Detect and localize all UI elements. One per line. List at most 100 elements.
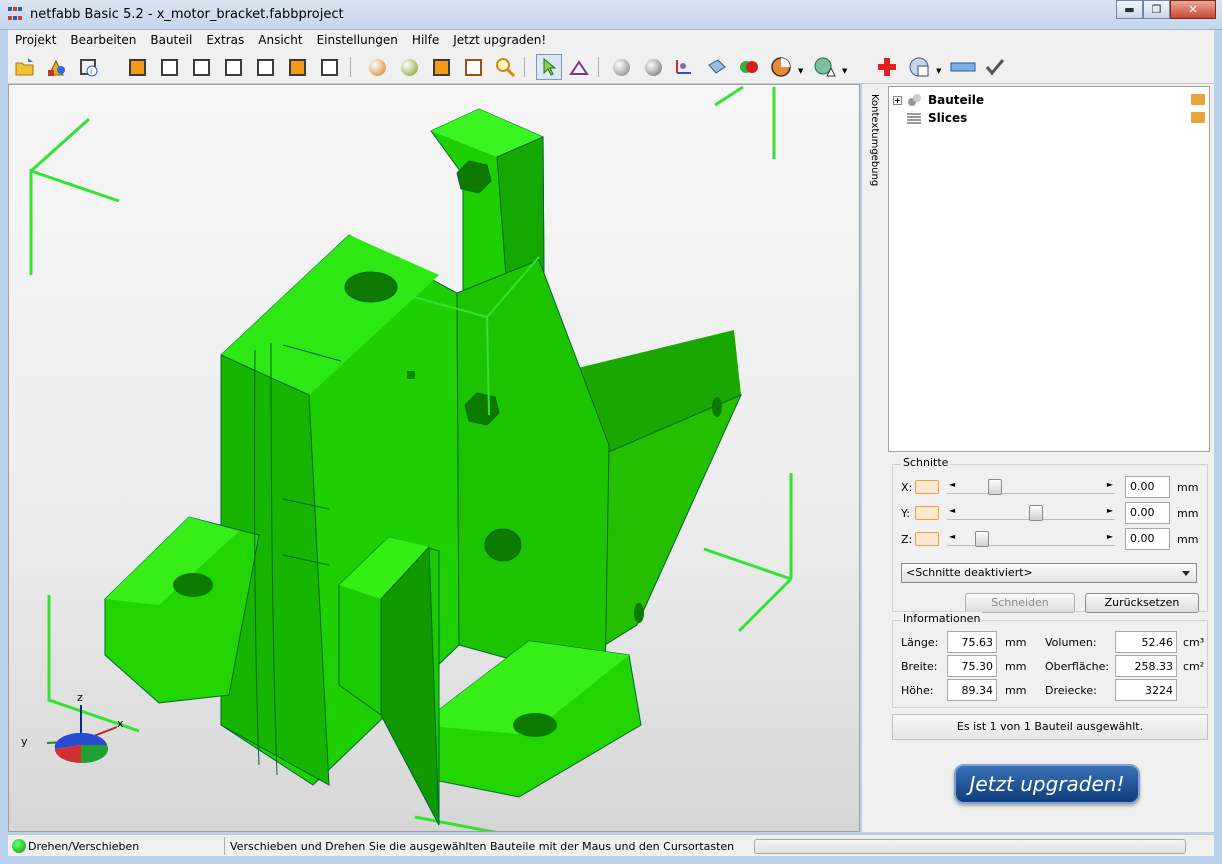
open-project-icon[interactable] bbox=[12, 54, 38, 80]
warning-view-icon[interactable] bbox=[812, 54, 838, 80]
sidebar-tab-label: Kontextumgebung bbox=[869, 94, 880, 187]
slider-thumb[interactable] bbox=[988, 479, 1003, 495]
chevron-right-icon[interactable]: ► bbox=[1107, 532, 1113, 541]
unit-label: mm bbox=[1177, 532, 1199, 546]
chevron-left-icon[interactable]: ◄ bbox=[949, 532, 955, 541]
hoehe-unit: mm bbox=[1005, 683, 1027, 697]
texture-icon[interactable] bbox=[396, 54, 422, 80]
part-render[interactable] bbox=[9, 85, 860, 832]
section-value-y[interactable]: 0.00 bbox=[1125, 502, 1170, 524]
menu-hilfe[interactable]: Hilfe bbox=[405, 33, 446, 47]
section-slider-x[interactable]: ◄ ► bbox=[947, 479, 1115, 495]
upgrade-button[interactable]: Jetzt upgraden! bbox=[954, 764, 1140, 804]
section-icon[interactable] bbox=[704, 54, 730, 80]
view-back-icon[interactable] bbox=[156, 54, 182, 80]
measure-tool-icon[interactable] bbox=[566, 54, 592, 80]
menu-bauteil[interactable]: Bauteil bbox=[143, 33, 199, 47]
cut-button[interactable]: Schneiden bbox=[965, 593, 1075, 613]
menu-projekt[interactable]: Projekt bbox=[8, 33, 63, 47]
axis-z-label: z bbox=[77, 691, 83, 704]
menu-bearbeiten[interactable]: Bearbeiten bbox=[63, 33, 143, 47]
pie-view-icon[interactable] bbox=[768, 54, 794, 80]
informationen-title: Informationen bbox=[901, 612, 983, 625]
menu-jetzt-upgraden[interactable]: Jetzt upgraden! bbox=[446, 33, 553, 47]
tree-item-label: Bauteile bbox=[928, 93, 985, 107]
chevron-down-icon[interactable]: ▼ bbox=[798, 67, 803, 75]
menu-extras[interactable]: Extras bbox=[199, 33, 251, 47]
context-sidebar-tab[interactable]: Kontextumgebung bbox=[862, 84, 886, 832]
add-part-icon[interactable] bbox=[44, 54, 70, 80]
folder-icon[interactable] bbox=[1191, 112, 1205, 123]
breite-label: Breite: bbox=[901, 659, 938, 673]
informationen-group: Informationen Länge: 75.63 mm Volumen: 5… bbox=[892, 612, 1208, 708]
ruler-icon[interactable] bbox=[950, 54, 976, 80]
section-value-x[interactable]: 0.00 bbox=[1125, 476, 1170, 498]
menu-einstellungen[interactable]: Einstellungen bbox=[310, 33, 405, 47]
section-row-z: Z: ◄ ► 0.00 mm bbox=[901, 528, 1199, 550]
axes-icon[interactable] bbox=[670, 54, 696, 80]
move-icon[interactable] bbox=[640, 54, 666, 80]
view-right-icon[interactable] bbox=[220, 54, 246, 80]
slider-thumb[interactable] bbox=[974, 531, 989, 547]
box-view-icon[interactable] bbox=[428, 54, 454, 80]
maximize-button[interactable]: ❐ bbox=[1143, 0, 1170, 19]
unit-label: mm bbox=[1177, 480, 1199, 494]
part-info-icon[interactable]: i bbox=[76, 54, 102, 80]
view-front-icon[interactable] bbox=[124, 54, 150, 80]
view-perspective-icon[interactable] bbox=[316, 54, 342, 80]
status-ok-icon bbox=[12, 839, 26, 853]
section-mode-select[interactable]: <Schnitte deaktiviert> bbox=[901, 563, 1197, 583]
zoom-icon[interactable] bbox=[492, 54, 518, 80]
right-panel: + Bauteile Slices Schnitte X: ◄ ► 0.00 m… bbox=[886, 84, 1214, 832]
section-slider-z[interactable]: ◄ ► bbox=[947, 531, 1115, 547]
volumen-unit: cm³ bbox=[1183, 635, 1205, 649]
tree-item-slices[interactable]: Slices bbox=[906, 109, 1205, 127]
axes-gizmo: z x y bbox=[19, 691, 129, 767]
tree-item-bauteile[interactable]: + Bauteile bbox=[893, 91, 1205, 109]
volumen-value: 52.46 bbox=[1115, 631, 1177, 653]
section-slider-y[interactable]: ◄ ► bbox=[947, 505, 1115, 521]
breite-unit: mm bbox=[1005, 659, 1027, 673]
select-tool-icon[interactable] bbox=[536, 54, 562, 80]
colors-icon[interactable] bbox=[736, 54, 762, 80]
view-top-icon[interactable] bbox=[252, 54, 278, 80]
close-button[interactable]: ✕ bbox=[1170, 0, 1216, 19]
chevron-down-icon[interactable]: ▼ bbox=[936, 67, 941, 75]
chevron-left-icon[interactable]: ◄ bbox=[949, 480, 955, 489]
chevron-right-icon[interactable]: ► bbox=[1107, 480, 1113, 489]
section-color-swatch[interactable] bbox=[915, 506, 939, 520]
apply-icon[interactable] bbox=[982, 54, 1008, 80]
analysis-icon[interactable] bbox=[906, 54, 932, 80]
section-color-swatch[interactable] bbox=[915, 480, 939, 494]
reset-button[interactable]: Zurücksetzen bbox=[1085, 593, 1199, 613]
3d-viewport[interactable]: z x y bbox=[8, 84, 860, 832]
sphere-icon[interactable] bbox=[608, 54, 634, 80]
chevron-right-icon[interactable]: ► bbox=[1107, 506, 1113, 515]
status-bar: Drehen/Verschieben Verschieben und Drehe… bbox=[8, 834, 1214, 856]
chevron-left-icon[interactable]: ◄ bbox=[949, 506, 955, 515]
view-left-icon[interactable] bbox=[188, 54, 214, 80]
chevron-down-icon[interactable]: ▼ bbox=[842, 67, 847, 75]
progress-bar bbox=[754, 839, 1186, 854]
hoehe-value: 89.34 bbox=[947, 679, 997, 701]
schnitte-title: Schnitte bbox=[901, 456, 951, 469]
menu-bar: Projekt Bearbeiten Bauteil Extras Ansich… bbox=[8, 30, 1214, 50]
laenge-unit: mm bbox=[1005, 635, 1027, 649]
menu-ansicht[interactable]: Ansicht bbox=[251, 33, 309, 47]
svg-text:i: i bbox=[90, 67, 92, 76]
axis-label: Y: bbox=[901, 506, 910, 520]
selection-info: Es ist 1 von 1 Bauteil ausgewählt. bbox=[892, 714, 1208, 740]
slider-thumb[interactable] bbox=[1029, 505, 1043, 521]
section-value-z[interactable]: 0.00 bbox=[1125, 528, 1170, 550]
tree-item-label: Slices bbox=[928, 111, 968, 125]
wireframe-icon[interactable] bbox=[460, 54, 486, 80]
repair-icon[interactable] bbox=[874, 54, 900, 80]
expand-icon[interactable]: + bbox=[893, 95, 902, 105]
folder-icon[interactable] bbox=[1191, 94, 1205, 105]
view-bottom-icon[interactable] bbox=[284, 54, 310, 80]
shading-icon[interactable] bbox=[364, 54, 390, 80]
slices-icon bbox=[907, 113, 921, 124]
minimize-button[interactable]: ▬ bbox=[1116, 0, 1143, 19]
unit-label: mm bbox=[1177, 506, 1199, 520]
section-color-swatch[interactable] bbox=[915, 532, 939, 546]
